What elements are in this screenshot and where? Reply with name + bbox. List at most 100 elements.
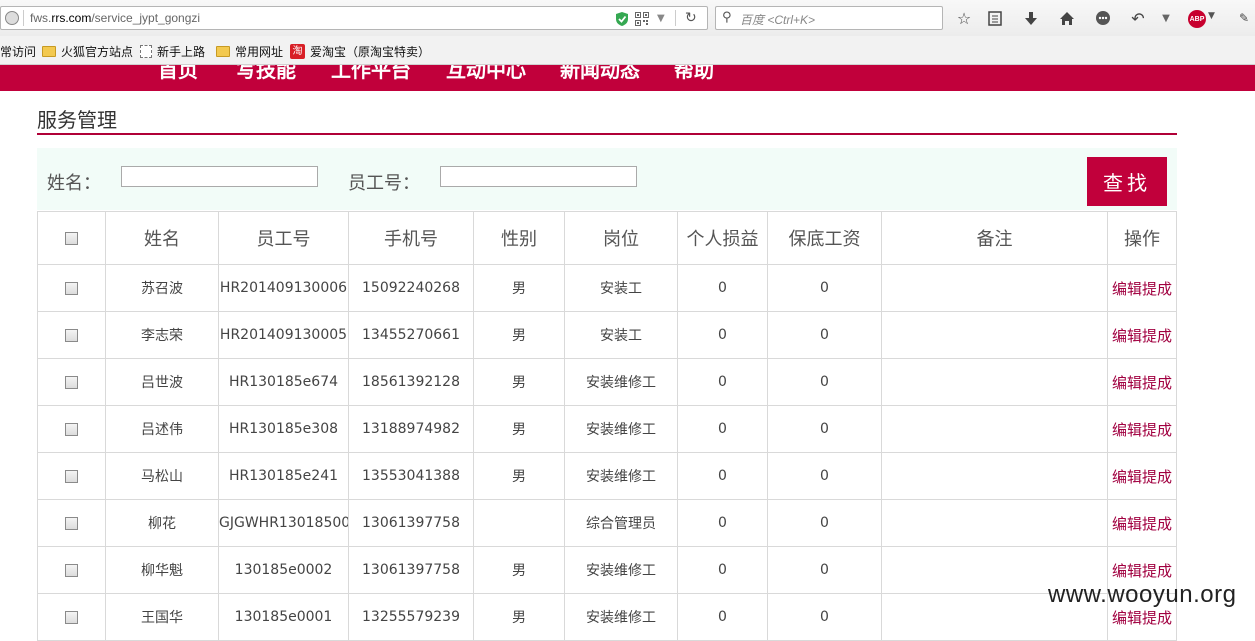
post-cell: 综合管理员 [564, 499, 678, 547]
remark-cell [881, 452, 1108, 500]
name-cell: 苏召波 [105, 264, 219, 312]
select-cell [37, 264, 106, 312]
action-cell: 编辑提成 [1107, 499, 1177, 547]
post-cell: 安装工 [564, 311, 678, 359]
row-checkbox[interactable] [65, 469, 78, 483]
address-bar[interactable]: fws.rrs.com/service_jypt_gongzi ▼ ↻ [0, 6, 708, 30]
row-checkbox[interactable] [65, 516, 78, 530]
post-cell: 安装维修工 [564, 546, 678, 594]
row-checkbox[interactable] [65, 328, 78, 342]
row-checkbox[interactable] [65, 563, 78, 577]
select-cell [37, 499, 106, 547]
phone-cell: 13061397758 [348, 499, 474, 547]
edit-commission-link[interactable]: 编辑提成 [1112, 421, 1172, 439]
name-cell: 吕述伟 [105, 405, 219, 453]
select-cell [37, 546, 106, 594]
nav-help[interactable]: 帮助 [674, 65, 714, 83]
nav-news[interactable]: 新闻动态 [560, 65, 640, 83]
bookmark-getting-started[interactable]: 新手上路 [140, 43, 205, 60]
nav-interaction[interactable]: 互动中心 [446, 65, 526, 83]
watermark: www.wooyun.org [1048, 581, 1237, 608]
base-salary-cell: 0 [767, 546, 882, 594]
bookmark-aitaobao[interactable]: 淘 爱淘宝（原淘宝特卖） [290, 43, 430, 60]
phone-cell: 13255579239 [348, 593, 474, 641]
base-salary-cell: 0 [767, 593, 882, 641]
reload-icon[interactable]: ↻ [685, 10, 697, 26]
extension-icon[interactable]: ✎ [1233, 7, 1255, 29]
employee-number-cell: HR201409130005 [218, 311, 349, 359]
post-cell: 安装维修工 [564, 593, 678, 641]
chat-icon[interactable] [1092, 7, 1114, 29]
edit-commission-link[interactable]: 编辑提成 [1112, 515, 1172, 533]
name-cell: 柳花 [105, 499, 219, 547]
row-checkbox[interactable] [65, 375, 78, 389]
row-checkbox[interactable] [65, 422, 78, 436]
divider [675, 10, 676, 26]
shield-icon[interactable] [615, 11, 629, 27]
table-header-row: 姓名 员工号 手机号 性别 岗位 个人损益 保底工资 备注 操作 [37, 211, 1177, 265]
employee-number-input[interactable] [440, 166, 637, 187]
search-bar[interactable]: ⚲ 百度 <Ctrl+K> [715, 6, 943, 30]
nav-skills[interactable]: 写技能 [236, 65, 296, 83]
folder-icon [42, 46, 56, 57]
employee-number-cell: 130185e0002 [218, 546, 349, 594]
bookmark-star-icon[interactable]: ☆ [953, 7, 975, 29]
row-checkbox[interactable] [65, 281, 78, 295]
nav-home[interactable]: 首页 [158, 65, 198, 83]
gender-cell: 男 [473, 546, 565, 594]
edit-commission-link[interactable]: 编辑提成 [1112, 327, 1172, 345]
history-dropdown-icon[interactable]: ▼ [657, 13, 665, 24]
column-header: 员工号 [218, 211, 349, 265]
select-all-cell [37, 211, 106, 265]
edit-commission-link[interactable]: 编辑提成 [1112, 280, 1172, 298]
employee-table: 姓名 员工号 手机号 性别 岗位 个人损益 保底工资 备注 操作 苏召波 HR2… [37, 211, 1177, 641]
bookmark-firefox-site[interactable]: 火狐官方站点 [42, 43, 133, 60]
qr-code-icon[interactable] [635, 12, 649, 26]
profit-loss-cell: 0 [677, 452, 768, 500]
column-header: 姓名 [105, 211, 219, 265]
column-header: 备注 [881, 211, 1108, 265]
bookmark-label: 爱淘宝（原淘宝特卖） [310, 45, 431, 59]
profit-loss-cell: 0 [677, 311, 768, 359]
url-text[interactable]: fws.rrs.com/service_jypt_gongzi [30, 11, 200, 25]
employee-number-cell: HR201409130006 [218, 264, 349, 312]
employee-number-cell: HR130185e308 [218, 405, 349, 453]
bookmark-common-sites[interactable]: 常用网址 [216, 43, 283, 60]
employee-number-cell: GJGWHR130185001 [218, 499, 349, 547]
name-cell: 吕世波 [105, 358, 219, 406]
post-cell: 安装维修工 [564, 452, 678, 500]
nav-workbench[interactable]: 工作平台 [331, 65, 411, 83]
undo-dropdown-icon[interactable]: ▼ [1155, 7, 1177, 29]
action-cell: 编辑提成 [1107, 264, 1177, 312]
bookmarks-menu-icon[interactable] [984, 7, 1006, 29]
home-icon[interactable] [1056, 7, 1078, 29]
row-checkbox[interactable] [65, 610, 78, 624]
base-salary-cell: 0 [767, 452, 882, 500]
download-icon[interactable] [1020, 7, 1042, 29]
adblock-icon[interactable]: ABP [1188, 10, 1206, 28]
gender-cell: 男 [473, 264, 565, 312]
adblock-dropdown-icon[interactable]: ▼ [1208, 11, 1215, 21]
column-header: 个人损益 [677, 211, 768, 265]
edit-commission-link[interactable]: 编辑提成 [1112, 468, 1172, 486]
name-cell: 王国华 [105, 593, 219, 641]
select-cell [37, 358, 106, 406]
edit-commission-link[interactable]: 编辑提成 [1112, 374, 1172, 392]
base-salary-cell: 0 [767, 358, 882, 406]
profit-loss-cell: 0 [677, 593, 768, 641]
select-all-checkbox[interactable] [65, 232, 78, 245]
name-input[interactable] [121, 166, 318, 187]
select-cell [37, 452, 106, 500]
column-header: 操作 [1107, 211, 1177, 265]
bookmark-label: 常访问 [0, 45, 37, 59]
gender-cell: 男 [473, 593, 565, 641]
undo-icon[interactable]: ↶ [1127, 7, 1149, 29]
search-button[interactable]: 查找 [1087, 157, 1167, 206]
table-row: 李志荣 HR201409130005 13455270661 男 安装工 0 0… [37, 311, 1177, 359]
profit-loss-cell: 0 [677, 405, 768, 453]
base-salary-cell: 0 [767, 264, 882, 312]
page-title: 服务管理 [37, 108, 117, 132]
edit-commission-link[interactable]: 编辑提成 [1112, 562, 1172, 580]
search-placeholder: 百度 <Ctrl+K> [740, 13, 816, 27]
bookmark-most-visited[interactable]: 常访问 [0, 43, 36, 60]
